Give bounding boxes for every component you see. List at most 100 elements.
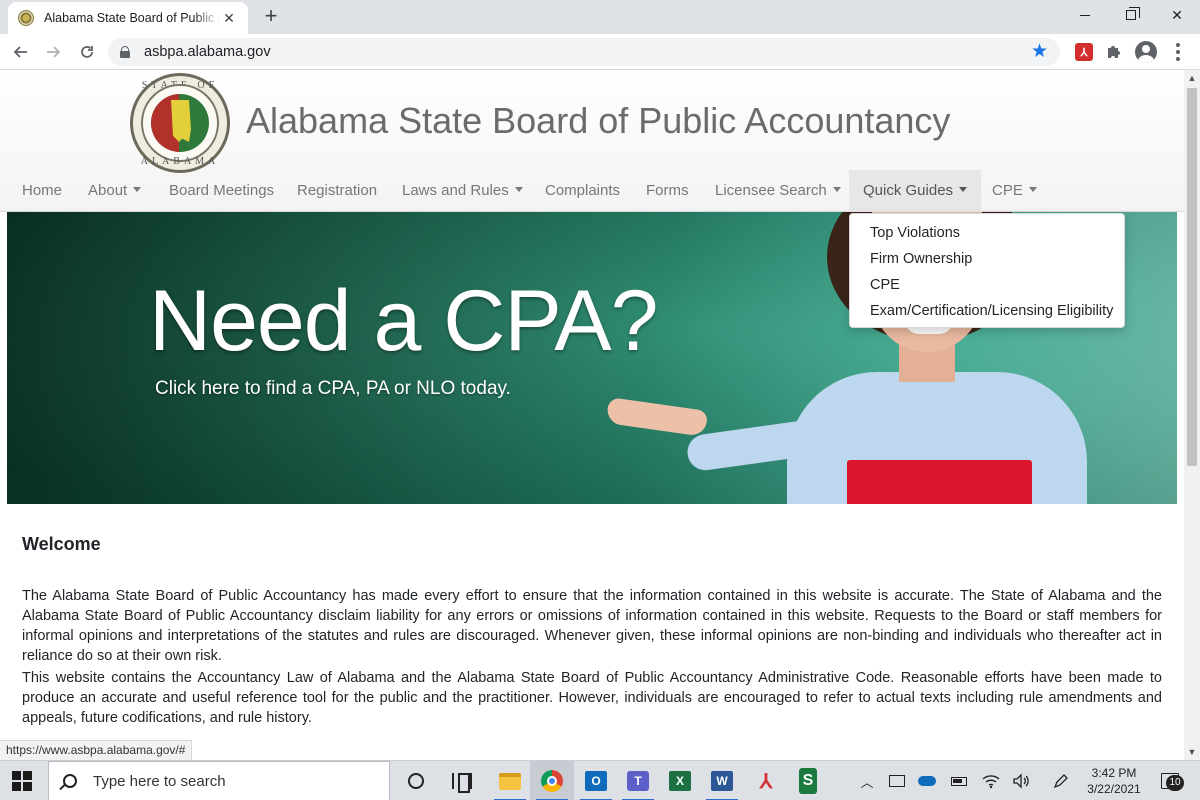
kebab-dot	[1176, 57, 1180, 61]
nav-laws-and-rules[interactable]: Laws and Rules	[388, 170, 537, 212]
scroll-up-arrow-icon[interactable]: ▲	[1184, 70, 1200, 86]
nav-label: About	[88, 182, 128, 199]
excel-icon: X	[669, 771, 691, 791]
acrobat-taskbar-button[interactable]: ⅄	[744, 761, 788, 800]
banner-subline[interactable]: Click here to find a CPA, PA or NLO toda…	[155, 378, 511, 400]
nav-board-meetings[interactable]: Board Meetings	[155, 170, 288, 212]
page-scrollbar[interactable]: ▲ ▼	[1184, 70, 1200, 760]
volume-button[interactable]	[1006, 761, 1036, 800]
start-button[interactable]	[12, 771, 32, 791]
address-url[interactable]: asbpa.alabama.gov	[144, 44, 271, 60]
nav-home[interactable]: Home	[8, 170, 76, 212]
dropdown-item-top-violations[interactable]: Top Violations	[850, 220, 1124, 246]
restore-button[interactable]	[1108, 0, 1154, 30]
dropdown-item-cpe[interactable]: CPE	[850, 272, 1124, 298]
new-tab-button[interactable]: +	[258, 4, 284, 30]
browser-toolbar: asbpa.alabama.gov ★ ⅄	[0, 34, 1200, 70]
seal-bottom-text: ALABAMA	[140, 156, 220, 167]
show-hidden-icons-button[interactable]: ︿	[852, 761, 882, 800]
battery-icon	[951, 776, 967, 786]
onedrive-button[interactable]	[912, 761, 942, 800]
extensions-button[interactable]	[1102, 40, 1126, 64]
nav-registration[interactable]: Registration	[283, 170, 391, 212]
nav-label: Home	[22, 182, 63, 199]
puzzle-icon	[1108, 46, 1120, 58]
nav-label: Registration	[297, 182, 378, 199]
windows-logo-pane	[12, 782, 21, 791]
nav-label: Board Meetings	[169, 182, 275, 199]
disclaimer-paragraph: The Alabama State Board of Public Accoun…	[22, 588, 1162, 664]
teams-taskbar-button[interactable]: T	[616, 761, 660, 800]
nav-about[interactable]: About	[74, 170, 155, 212]
dropdown-item-eligibility[interactable]: Exam/Certification/Licensing Eligibility	[850, 298, 1124, 324]
speaker-icon	[1013, 773, 1029, 789]
acrobat-icon: ⅄	[759, 770, 773, 793]
caret-down-icon	[514, 187, 523, 192]
acrobat-extension-icon: ⅄	[1075, 43, 1093, 61]
battery-button[interactable]	[944, 761, 974, 800]
red-folder	[847, 460, 1032, 504]
state-seal-logo[interactable]: STATE OF ALABAMA	[130, 73, 230, 173]
profile-button[interactable]	[1134, 40, 1158, 64]
nav-label: Quick Guides	[863, 182, 954, 199]
scroll-down-arrow-icon[interactable]: ▼	[1184, 744, 1200, 760]
cortana-button[interactable]	[394, 761, 438, 800]
nav-forms[interactable]: Forms	[632, 170, 703, 212]
nav-cpe[interactable]: CPE	[978, 170, 1051, 212]
nav-quick-guides[interactable]: Quick Guides	[849, 170, 982, 212]
excel-taskbar-button[interactable]: X	[658, 761, 702, 800]
file-explorer-button[interactable]	[488, 761, 532, 800]
windows-logo-pane	[23, 782, 32, 791]
forward-button[interactable]	[40, 39, 66, 65]
task-view-icon	[452, 773, 472, 793]
dropdown-item-firm-ownership[interactable]: Firm Ownership	[850, 246, 1124, 272]
nav-label: CPE	[992, 182, 1023, 199]
nav-label: Licensee Search	[715, 182, 827, 199]
close-icon: ✕	[1171, 6, 1183, 23]
lock-icon[interactable]	[120, 46, 130, 58]
green-app-taskbar-button[interactable]: S	[786, 761, 830, 800]
green-app-icon: S	[799, 768, 817, 794]
taskbar-search-box[interactable]: Type here to search	[48, 761, 390, 800]
site-title[interactable]: Alabama State Board of Public Accountanc…	[246, 100, 950, 142]
link-status-bar: https://www.asbpa.alabama.gov/#	[0, 740, 193, 760]
nav-complaints[interactable]: Complaints	[531, 170, 634, 212]
project-button[interactable]	[882, 761, 912, 800]
browser-tab[interactable]: Alabama State Board of Public Accountanc…	[8, 2, 248, 34]
profile-icon	[1135, 41, 1157, 63]
taskbar-clock[interactable]: 3:42 PM 3/22/2021	[1080, 765, 1148, 797]
nav-label: Complaints	[545, 182, 621, 199]
star-icon[interactable]: ★	[1031, 40, 1048, 63]
clock-time: 3:42 PM	[1091, 766, 1137, 780]
back-button[interactable]	[8, 39, 34, 65]
kebab-dot	[1176, 50, 1180, 54]
outlook-taskbar-button[interactable]: O	[574, 761, 618, 800]
task-view-button[interactable]	[440, 761, 484, 800]
word-taskbar-button[interactable]: W	[700, 761, 744, 800]
welcome-heading: Welcome	[22, 534, 101, 554]
caret-down-icon	[1028, 187, 1037, 192]
nav-licensee-search[interactable]: Licensee Search	[701, 170, 855, 212]
cloud-icon	[918, 776, 936, 786]
scroll-thumb[interactable]	[1187, 88, 1197, 466]
pen-workspace-button[interactable]	[1046, 761, 1076, 800]
clock-date: 3/22/2021	[1087, 782, 1141, 796]
chevron-up-icon: ︿	[860, 774, 874, 790]
windows-logo-pane	[23, 771, 32, 780]
tab-close-icon[interactable]: ✕	[220, 10, 238, 27]
acrobat-extension-button[interactable]: ⅄	[1072, 40, 1096, 64]
browser-menu-button[interactable]	[1166, 40, 1190, 64]
reload-button[interactable]	[74, 39, 100, 65]
caret-down-icon	[832, 187, 841, 192]
pen-icon	[1053, 774, 1068, 789]
chrome-taskbar-button[interactable]	[530, 761, 574, 800]
chrome-icon	[541, 770, 563, 792]
wifi-icon	[982, 775, 1000, 789]
address-bar[interactable]: asbpa.alabama.gov ★	[108, 38, 1060, 66]
minimize-button[interactable]	[1062, 0, 1108, 30]
window-close-button[interactable]: ✕	[1154, 0, 1200, 30]
notification-count-badge: 10	[1166, 775, 1184, 791]
word-icon: W	[711, 771, 733, 791]
network-button[interactable]	[976, 761, 1006, 800]
welcome-section: Welcome The Alabama State Board of Publi…	[22, 534, 1162, 726]
